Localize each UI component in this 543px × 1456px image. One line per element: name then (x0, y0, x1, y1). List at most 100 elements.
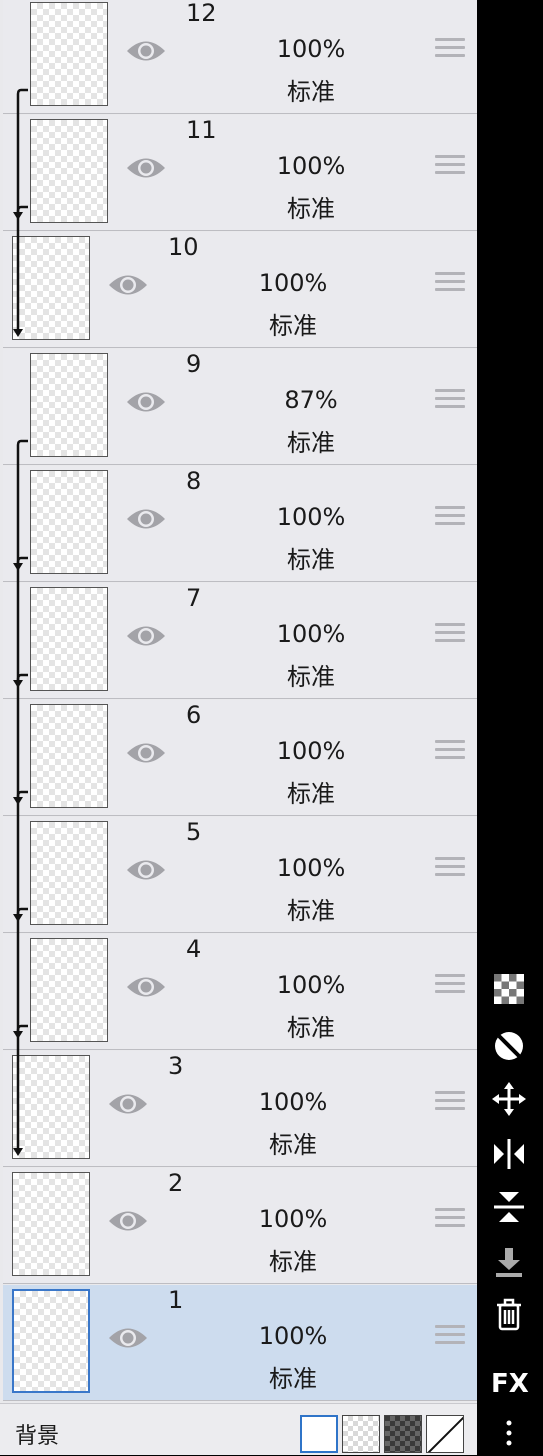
layer-thumbnail[interactable] (30, 821, 108, 925)
flip-vertical-icon[interactable] (491, 1189, 527, 1225)
layer-number: 6 (186, 701, 202, 729)
layer-row[interactable]: 12 100% 标准 (3, 0, 477, 114)
layer-row[interactable]: 1 100% 标准 (3, 1285, 477, 1401)
visibility-eye-icon[interactable] (107, 1323, 149, 1353)
drag-handle-icon[interactable] (435, 1325, 465, 1351)
layer-number: 2 (168, 1169, 184, 1197)
drag-handle-icon[interactable] (435, 623, 465, 649)
layer-thumbnail[interactable] (30, 119, 108, 223)
background-none-option[interactable] (426, 1415, 464, 1453)
layer-row[interactable]: 2 100% 标准 (3, 1168, 477, 1284)
visibility-eye-icon[interactable] (125, 36, 167, 66)
background-dark-checker-option[interactable] (384, 1415, 422, 1453)
visibility-eye-icon[interactable] (107, 270, 149, 300)
slash-icon (427, 1416, 463, 1452)
drag-handle-icon[interactable] (435, 506, 465, 532)
layer-number: 3 (168, 1052, 184, 1080)
layer-toolbar: FX (477, 0, 543, 1455)
layer-row[interactable]: 3 100% 标准 (3, 1051, 477, 1167)
layer-opacity[interactable]: 100% (251, 971, 371, 999)
visibility-eye-icon[interactable] (107, 1089, 149, 1119)
visibility-eye-icon[interactable] (125, 153, 167, 183)
layer-opacity[interactable]: 100% (233, 1322, 353, 1350)
drag-handle-icon[interactable] (435, 389, 465, 415)
layer-thumbnail[interactable] (30, 587, 108, 691)
layer-blend-mode[interactable]: 标准 (251, 189, 371, 224)
drag-handle-icon[interactable] (435, 1208, 465, 1234)
layer-row[interactable]: 4 100% 标准 (3, 934, 477, 1050)
drag-handle-icon[interactable] (435, 857, 465, 883)
layer-number: 1 (168, 1286, 184, 1314)
layer-blend-mode[interactable]: 标准 (233, 1242, 353, 1277)
background-white-option[interactable] (300, 1415, 338, 1453)
layer-row[interactable]: 11 100% 标准 (3, 115, 477, 231)
delete-icon[interactable] (491, 1297, 527, 1333)
layer-opacity[interactable]: 100% (233, 1088, 353, 1116)
layer-number: 4 (186, 935, 202, 963)
more-icon[interactable] (491, 1416, 527, 1452)
layer-row[interactable]: 6 100% 标准 (3, 700, 477, 816)
drag-handle-icon[interactable] (435, 38, 465, 64)
layer-thumbnail[interactable] (30, 353, 108, 457)
move-icon[interactable] (491, 1081, 527, 1117)
flip-horizontal-icon[interactable] (491, 1136, 527, 1172)
merge-down-icon[interactable] (491, 1244, 527, 1280)
layer-number: 9 (186, 350, 202, 378)
background-bar: 背景 (0, 1403, 477, 1455)
visibility-eye-icon[interactable] (125, 972, 167, 1002)
drag-handle-icon[interactable] (435, 740, 465, 766)
layer-blend-mode[interactable]: 标准 (251, 891, 371, 926)
layer-number: 11 (186, 116, 217, 144)
drag-handle-icon[interactable] (435, 272, 465, 298)
layer-thumbnail[interactable] (30, 938, 108, 1042)
layer-opacity[interactable]: 100% (233, 269, 353, 297)
visibility-eye-icon[interactable] (125, 621, 167, 651)
layer-opacity[interactable]: 100% (251, 503, 371, 531)
layer-opacity[interactable]: 100% (251, 152, 371, 180)
visibility-eye-icon[interactable] (125, 387, 167, 417)
layer-blend-mode[interactable]: 标准 (251, 72, 371, 107)
layer-number: 10 (168, 233, 199, 261)
layer-opacity[interactable]: 100% (233, 1205, 353, 1233)
clipping-icon[interactable] (491, 1028, 527, 1064)
layer-panel: 12 100% 标准 11 100% 标准 10 100% 标准 9 87% 标准 8 100% 标准 7 10… (0, 0, 477, 1455)
layer-thumbnail[interactable] (30, 704, 108, 808)
layer-number: 8 (186, 467, 202, 495)
layer-blend-mode[interactable]: 标准 (251, 657, 371, 692)
fx-button[interactable]: FX (491, 1366, 529, 1402)
layer-row[interactable]: 7 100% 标准 (3, 583, 477, 699)
layer-opacity[interactable]: 100% (251, 35, 371, 63)
background-label: 背景 (15, 1424, 60, 1449)
layer-opacity[interactable]: 87% (251, 386, 371, 414)
layer-blend-mode[interactable]: 标准 (233, 1359, 353, 1394)
layer-blend-mode[interactable]: 标准 (233, 1125, 353, 1160)
drag-handle-icon[interactable] (435, 974, 465, 1000)
layer-thumbnail[interactable] (30, 2, 108, 106)
layer-thumbnail[interactable] (12, 1289, 90, 1393)
drag-handle-icon[interactable] (435, 155, 465, 181)
layer-opacity[interactable]: 100% (251, 737, 371, 765)
layer-row[interactable]: 9 87% 标准 (3, 349, 477, 465)
visibility-eye-icon[interactable] (125, 504, 167, 534)
background-checker-option[interactable] (342, 1415, 380, 1453)
layer-row[interactable]: 10 100% 标准 (3, 232, 477, 348)
drag-handle-icon[interactable] (435, 1091, 465, 1117)
layer-number: 5 (186, 818, 202, 846)
transparency-lock-icon[interactable] (491, 971, 527, 1007)
layer-blend-mode[interactable]: 标准 (251, 1008, 371, 1043)
visibility-eye-icon[interactable] (125, 855, 167, 885)
layer-row[interactable]: 8 100% 标准 (3, 466, 477, 582)
layer-thumbnail[interactable] (12, 1055, 90, 1159)
layer-blend-mode[interactable]: 标准 (251, 774, 371, 809)
layer-thumbnail[interactable] (12, 236, 90, 340)
layer-opacity[interactable]: 100% (251, 620, 371, 648)
layer-blend-mode[interactable]: 标准 (251, 540, 371, 575)
visibility-eye-icon[interactable] (125, 738, 167, 768)
layer-thumbnail[interactable] (30, 470, 108, 574)
layer-thumbnail[interactable] (12, 1172, 90, 1276)
layer-blend-mode[interactable]: 标准 (251, 423, 371, 458)
layer-row[interactable]: 5 100% 标准 (3, 817, 477, 933)
visibility-eye-icon[interactable] (107, 1206, 149, 1236)
layer-blend-mode[interactable]: 标准 (233, 306, 353, 341)
layer-opacity[interactable]: 100% (251, 854, 371, 882)
